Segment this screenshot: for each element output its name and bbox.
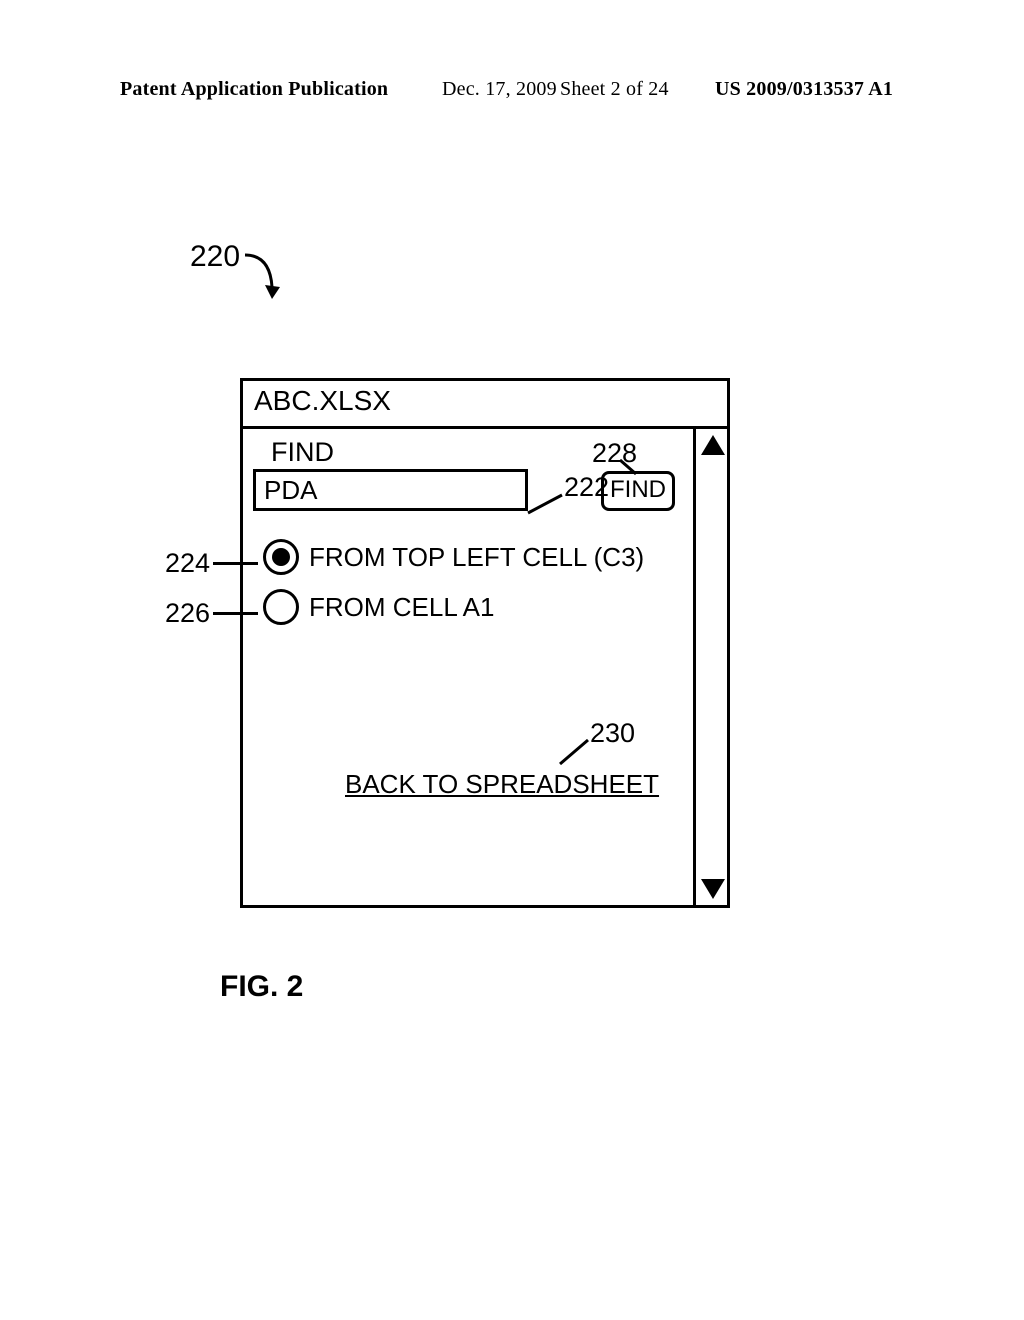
window-title: ABC.XLSX <box>254 385 391 417</box>
callout-224: 224 <box>165 548 210 579</box>
triangle-up-icon <box>701 435 725 455</box>
scroll-down-button[interactable] <box>698 873 727 905</box>
figure-main-ref: 220 <box>190 240 330 310</box>
scroll-up-button[interactable] <box>698 429 727 461</box>
scrollbar[interactable] <box>693 429 727 905</box>
sheet-number: Sheet 2 of 24 <box>560 78 669 101</box>
radio-button-unselected-icon <box>263 589 299 625</box>
find-label: FIND <box>271 437 334 468</box>
patent-page: Patent Application Publication Dec. 17, … <box>0 0 1024 1320</box>
publication-type: Patent Application Publication <box>120 78 388 101</box>
ref-220-arrow-icon <box>240 245 290 305</box>
figure-label: FIG. 2 <box>220 970 303 1004</box>
publication-date: Dec. 17, 2009 <box>442 78 557 101</box>
radio-dot-icon <box>272 548 290 566</box>
title-bar: ABC.XLSX <box>240 378 730 429</box>
publication-number: US 2009/0313537 A1 <box>715 78 893 101</box>
triangle-down-icon <box>701 879 725 899</box>
find-input[interactable] <box>253 469 528 511</box>
ref-220-label: 220 <box>190 240 240 274</box>
radio-label-2: FROM CELL A1 <box>309 592 494 623</box>
radio-button-selected-icon <box>263 539 299 575</box>
callout-226: 226 <box>165 598 210 629</box>
radio-from-a1[interactable]: FROM CELL A1 <box>263 589 494 625</box>
radio-from-top-left[interactable]: FROM TOP LEFT CELL (C3) <box>263 539 644 575</box>
find-button[interactable]: FIND <box>601 471 675 511</box>
radio-label-1: FROM TOP LEFT CELL (C3) <box>309 542 644 573</box>
back-to-spreadsheet-link[interactable]: BACK TO SPREADSHEET <box>345 769 659 800</box>
content-area: FIND FIND FROM TOP LEFT CELL (C3) FROM C… <box>243 429 696 905</box>
pda-screen: ABC.XLSX FIND FIND FROM TOP LEFT CELL (C… <box>240 378 730 908</box>
